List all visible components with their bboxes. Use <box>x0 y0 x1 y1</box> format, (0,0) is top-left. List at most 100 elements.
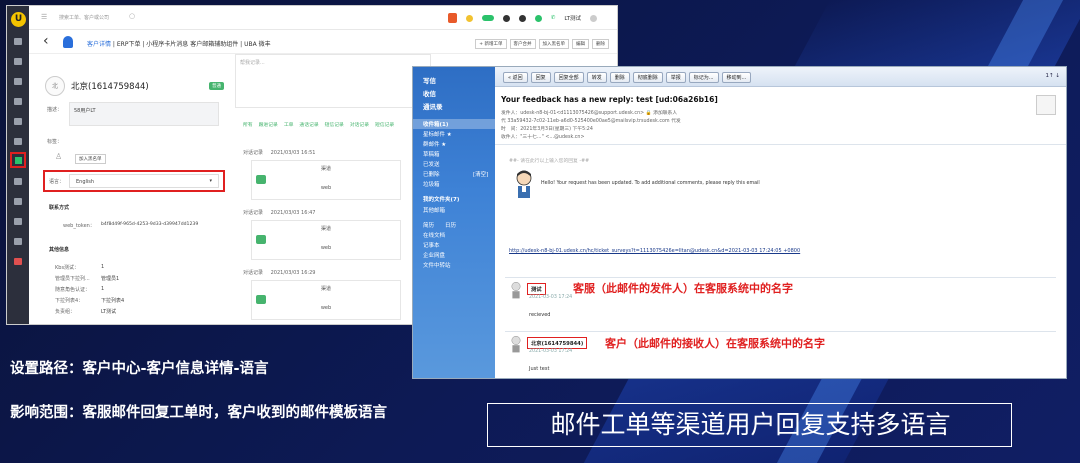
record-item: 对话记录 2021/03/03 16:47 <box>243 209 423 216</box>
record-card[interactable]: 渠道 web <box>251 220 401 260</box>
file-transfer-link[interactable]: 文件中转站 <box>423 261 451 269</box>
misc-item[interactable]: 在线文档 <box>423 231 445 239</box>
notification-icon[interactable] <box>14 258 22 265</box>
sender-avatar-icon <box>511 281 521 299</box>
report-icon[interactable] <box>14 118 22 125</box>
move-to-dropdown[interactable]: 移动到... <box>721 72 752 83</box>
reply-above-hint: ##- 请在此行以上输入您的回复 -## <box>509 159 590 164</box>
language-value: English <box>76 179 95 185</box>
folder-spam[interactable]: 垃圾箱 <box>423 180 440 188</box>
record-card[interactable]: 渠道 web <box>251 280 401 320</box>
activity-tab[interactable]: 工单 <box>284 121 294 128</box>
online-toggle[interactable] <box>481 15 494 21</box>
netdisk-link[interactable]: 企业网盘 <box>423 251 445 259</box>
phone-icon[interactable] <box>14 78 22 85</box>
bell-icon[interactable] <box>502 14 510 22</box>
mail-sidebar: 写信 收信 通讯录 收件箱(1) 星标邮件 ★ 群邮件 ★ 草稿箱 已发送 已删… <box>413 67 495 378</box>
tab-erp-order[interactable]: ERP下单 <box>117 41 141 48</box>
bulb-icon[interactable] <box>465 14 473 22</box>
record-card[interactable]: 渠道 web <box>251 160 401 200</box>
reply-all-button[interactable]: 回复全部 <box>553 72 584 83</box>
folder-drafts[interactable]: 草稿箱 <box>423 150 440 158</box>
reply-button[interactable]: 回复 <box>530 72 551 83</box>
page-indicator[interactable]: 1↑ ↓ <box>1046 73 1060 79</box>
edit-button[interactable]: 编辑 <box>572 39 589 49</box>
shield-icon[interactable] <box>447 13 457 23</box>
write-mail-link[interactable]: 写信 <box>423 75 436 85</box>
folder-inbox[interactable]: 收件箱(1) <box>423 120 448 128</box>
mark-as-dropdown[interactable]: 标记为... <box>688 72 719 83</box>
folder-group[interactable]: 群邮件 ★ <box>423 140 446 148</box>
delete-button[interactable]: 删除 <box>592 39 609 49</box>
current-user[interactable]: LT测试 <box>564 14 581 22</box>
activity-tab[interactable]: 对话记录 <box>350 121 369 128</box>
activity-tabs: 所有 跟进记录 工单 通话记录 短信记录 对话记录 短信记录 <box>243 121 394 128</box>
language-select[interactable]: English ▾ <box>69 174 219 188</box>
person-add-icon[interactable]: ♙ <box>55 152 62 161</box>
tab-mail-widget[interactable]: 客户邮箱辅助组件 <box>190 41 238 48</box>
other-mailbox[interactable]: 其他邮箱 <box>423 206 445 214</box>
customer-center-icon <box>15 157 22 164</box>
menu-icon[interactable]: ☰ <box>41 13 47 21</box>
delete-button[interactable]: 删除 <box>609 72 630 83</box>
new-ticket-button[interactable]: + 新增工单 <box>475 39 507 49</box>
activity-tab[interactable]: 所有 <box>243 121 253 128</box>
chevron-down-icon: ▾ <box>209 178 212 184</box>
ticket-survey-link[interactable]: http://udesk-n8-bj-01.udesk.cn/hc/ticket… <box>509 248 800 254</box>
blacklist-button[interactable]: 加入黑名单 <box>538 39 569 49</box>
back-button[interactable]: « 返回 <box>503 72 528 83</box>
receive-mail-link[interactable]: 收信 <box>423 88 436 98</box>
customer-center-highlight[interactable] <box>10 152 26 168</box>
send-icon[interactable] <box>14 178 22 185</box>
other-value: 1 <box>101 286 105 292</box>
impact-scope-caption: 影响范围：客服邮件回复工单时，客户收到的邮件模板语言 <box>10 405 387 421</box>
chat-icon[interactable] <box>14 98 22 105</box>
call-icon[interactable]: ✆ <box>551 15 556 21</box>
mail-reading-pane: « 返回 回复 回复全部 转发 删除 彻底删除 举报 标记为... 移动到...… <box>495 67 1066 378</box>
contacts-link[interactable]: 通讯录 <box>423 101 443 111</box>
apps-icon[interactable] <box>14 238 22 245</box>
user-avatar[interactable] <box>590 14 597 22</box>
activity-tab[interactable]: 跟进记录 <box>259 121 278 128</box>
empty-trash-link[interactable]: [清空] <box>473 170 488 178</box>
my-folders[interactable]: 我的文件夹(7) <box>423 195 459 203</box>
book-icon[interactable] <box>14 198 22 205</box>
delete-forever-button[interactable]: 彻底删除 <box>632 72 663 83</box>
folder-deleted[interactable]: 已删除 <box>423 170 440 178</box>
forward-button[interactable]: 转发 <box>586 72 607 83</box>
global-search-input[interactable]: 搜索工单、客户或公司 <box>59 14 109 21</box>
message-icon[interactable] <box>518 14 526 22</box>
help-icon[interactable] <box>14 218 22 225</box>
misc-item[interactable]: 简历 <box>423 221 434 229</box>
tab-uba[interactable]: UBA <box>244 41 257 48</box>
mail-time: 时 间：2021年3月3日(星期三) 下午5:24 <box>501 127 593 132</box>
search-icon[interactable]: ○ <box>129 12 135 20</box>
agent-avatar-icon <box>516 170 532 198</box>
status-icon[interactable] <box>534 14 542 22</box>
add-blacklist-button[interactable]: 加入黑名单 <box>75 154 106 164</box>
knowledge-icon[interactable] <box>14 138 22 145</box>
home-icon[interactable] <box>14 38 22 45</box>
folder-sent[interactable]: 已发送 <box>423 160 440 168</box>
merge-customer-button[interactable]: 客户合并 <box>509 39 536 49</box>
ticket-icon[interactable] <box>14 58 22 65</box>
report-button[interactable]: 举报 <box>665 72 686 83</box>
headline-box: 邮件工单等渠道用户回复支持多语言 <box>487 403 1012 447</box>
tab-customer-detail[interactable]: 客户详情 <box>87 41 111 48</box>
misc-item[interactable]: 日历 <box>445 221 456 229</box>
desc-field[interactable]: 58用户LT <box>69 102 219 126</box>
sender-avatar <box>1036 95 1056 115</box>
back-arrow-icon[interactable]: ‹ <box>43 33 49 49</box>
folder-starred[interactable]: 星标邮件 ★ <box>423 130 452 138</box>
other-value: LT测试 <box>101 309 117 315</box>
record-item: 对话记录 2021/03/03 16:29 <box>243 269 423 276</box>
message-time: 2021-03-03 17:24 <box>529 349 573 354</box>
activity-tab[interactable]: 短信记录 <box>325 121 344 128</box>
activity-tab[interactable]: 短信记录 <box>375 121 394 128</box>
message-body: Just test <box>529 366 550 372</box>
notepad-link[interactable]: 记事本 <box>423 241 440 249</box>
tab-mini-program[interactable]: 小程序卡片消息 <box>146 41 188 48</box>
record-title: 渠道 <box>320 226 331 232</box>
tab-weifeng[interactable]: 微丰 <box>259 41 271 48</box>
activity-tab[interactable]: 通话记录 <box>299 121 318 128</box>
